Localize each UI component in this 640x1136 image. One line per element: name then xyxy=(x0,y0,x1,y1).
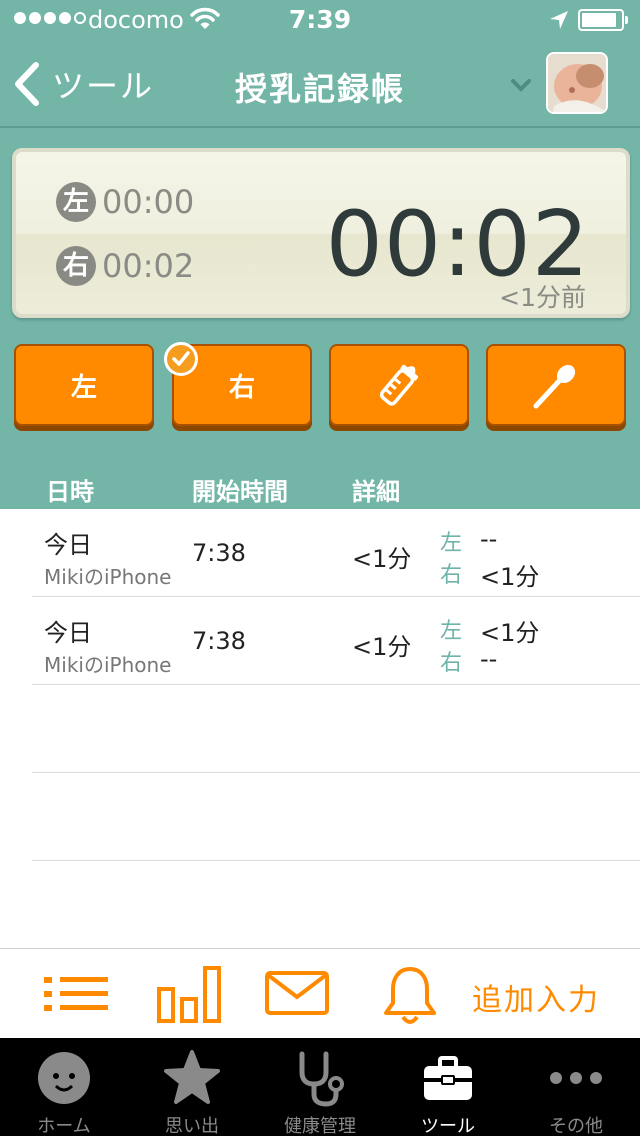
bottle-button[interactable] xyxy=(329,344,469,426)
empty-row xyxy=(32,773,640,861)
right-breast-label: 右 xyxy=(228,372,255,403)
table-row[interactable]: 今日 MikiのiPhone 7:38 <1分 左 <1分 右 -- xyxy=(32,597,640,685)
baby-avatar[interactable] xyxy=(546,52,608,114)
tab-bar: ホーム 思い出 健康管理 ツール その他 xyxy=(0,1038,640,1136)
spoon-icon xyxy=(533,364,576,409)
record-left-value: <1分 xyxy=(480,619,540,647)
record-right-label: 右 xyxy=(440,563,463,588)
bar-chart-icon xyxy=(157,966,221,1023)
bell-icon xyxy=(384,967,436,1024)
column-header-detail: 詳細 xyxy=(352,478,400,506)
star-icon xyxy=(164,1050,220,1104)
right-side-row: 右 00:02 xyxy=(56,246,194,286)
list-icon xyxy=(44,977,108,1011)
tab-label: ツール xyxy=(421,1116,475,1136)
tab-label: 健康管理 xyxy=(284,1116,356,1136)
stethoscope-icon xyxy=(299,1051,344,1107)
record-left-label: 左 xyxy=(440,531,463,556)
left-side-row: 左 00:00 xyxy=(56,182,194,222)
tab-memories[interactable]: 思い出 xyxy=(128,1038,256,1136)
more-dots-icon xyxy=(550,1072,602,1084)
record-day: 今日 xyxy=(44,531,92,559)
battery-icon xyxy=(578,9,628,31)
record-left-value: -- xyxy=(480,525,498,553)
toolbox-icon xyxy=(424,1056,472,1100)
record-duration: <1分 xyxy=(352,633,412,661)
record-left-label: 左 xyxy=(440,619,463,644)
record-start-time: 7:38 xyxy=(192,539,246,567)
record-right-value: <1分 xyxy=(480,563,540,591)
feeding-records-list: 今日 MikiのiPhone 7:38 <1分 左 -- 右 <1分 今日 Mi… xyxy=(0,509,640,861)
status-bar: docomo 7:39 xyxy=(0,0,640,40)
column-header-datetime: 日時 xyxy=(46,478,94,506)
record-start-time: 7:38 xyxy=(192,627,246,655)
record-right-value: -- xyxy=(480,645,498,673)
tab-label: ホーム xyxy=(37,1116,91,1136)
right-duration: 00:02 xyxy=(102,247,195,285)
record-right-label: 右 xyxy=(440,651,463,676)
tab-home[interactable]: ホーム xyxy=(0,1038,128,1136)
tab-tools[interactable]: ツール xyxy=(384,1038,512,1136)
record-device: MikiのiPhone xyxy=(44,565,172,589)
navigation-bar: ツール 授乳記録帳 xyxy=(0,40,640,128)
record-duration: <1分 xyxy=(352,545,412,573)
column-header-start: 開始時間 xyxy=(192,478,288,506)
baby-bottle-icon xyxy=(379,364,419,406)
table-row[interactable]: 今日 MikiのiPhone 7:38 <1分 左 -- 右 <1分 xyxy=(32,509,640,597)
left-breast-button[interactable]: 左 xyxy=(14,344,154,426)
checkmark-icon xyxy=(164,342,198,376)
tab-health[interactable]: 健康管理 xyxy=(256,1038,384,1136)
timer-panel: 左 00:00 右 00:02 00:02 <1分前 xyxy=(12,148,630,318)
page-title: 授乳記録帳 xyxy=(234,70,405,108)
left-duration: 00:00 xyxy=(102,183,195,221)
reminder-button[interactable] xyxy=(380,963,440,1031)
bottom-toolbar: 追加入力 xyxy=(0,948,640,1038)
tab-label: 思い出 xyxy=(165,1116,219,1136)
tab-more[interactable]: その他 xyxy=(512,1038,640,1136)
add-entry-button[interactable]: 追加入力 xyxy=(472,975,600,1019)
location-arrow-icon xyxy=(548,9,570,35)
left-breast-label: 左 xyxy=(70,372,97,403)
empty-row xyxy=(32,685,640,773)
spoon-button[interactable] xyxy=(486,344,626,426)
record-device: MikiのiPhone xyxy=(44,653,172,677)
mail-button[interactable] xyxy=(264,963,330,1027)
chart-view-button[interactable] xyxy=(156,963,222,1029)
baby-face-icon xyxy=(38,1052,90,1104)
envelope-icon xyxy=(265,971,329,1015)
record-day: 今日 xyxy=(44,619,92,647)
chevron-down-icon[interactable] xyxy=(510,78,532,92)
list-view-button[interactable] xyxy=(42,963,110,1027)
elapsed-ago: <1分前 xyxy=(499,283,586,312)
right-badge: 右 xyxy=(56,246,96,286)
left-badge: 左 xyxy=(56,182,96,222)
status-time: 7:39 xyxy=(288,5,352,34)
tab-label: その他 xyxy=(549,1116,603,1136)
